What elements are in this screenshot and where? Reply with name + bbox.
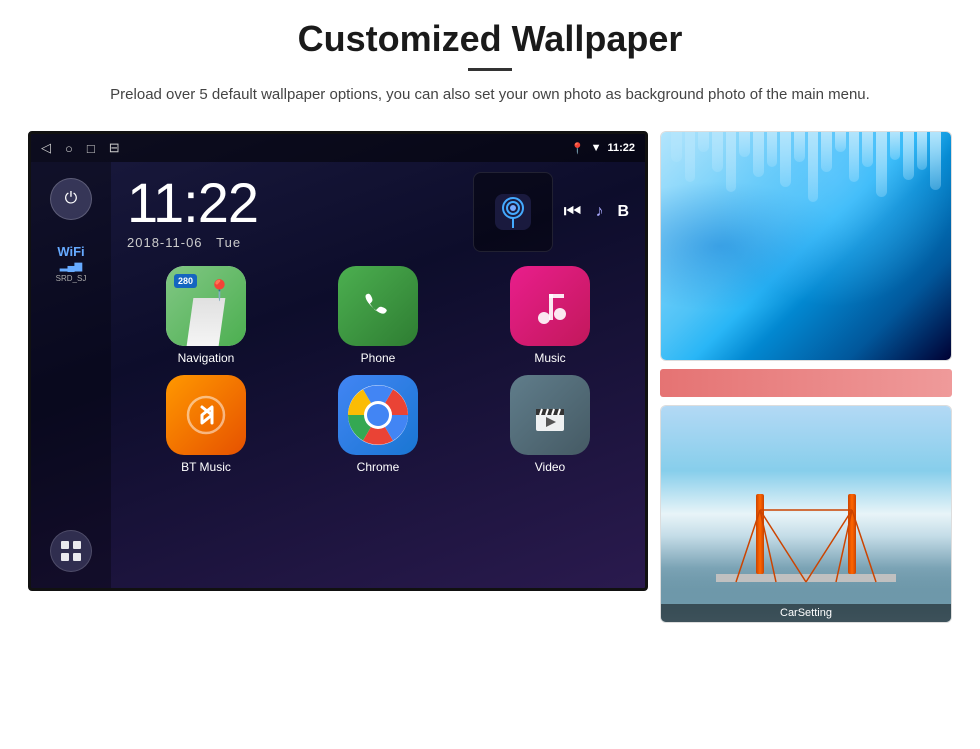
top-widgets — [473, 172, 553, 252]
carsetting-label: CarSetting — [661, 604, 951, 622]
page-header: Customized Wallpaper Preload over 5 defa… — [0, 0, 980, 117]
media-title: B — [617, 203, 629, 221]
clock-date: 2018-11-06 Tue — [127, 235, 463, 250]
title-divider — [468, 68, 512, 71]
list-item[interactable]: BT Music — [125, 375, 287, 474]
phone-app-label: Phone — [361, 351, 396, 365]
wifi-section: WiFi ▂▄▆ SRD_SJ — [56, 244, 87, 283]
chrome-app-label: Chrome — [357, 460, 400, 474]
list-item[interactable]: 280 📍 Navigation — [125, 266, 287, 365]
media-controls: ⏮ ♪ B — [563, 201, 629, 224]
screenshot-icon[interactable]: ⊟ — [109, 140, 120, 156]
list-item[interactable]: Video — [469, 375, 631, 474]
phone-app-icon[interactable] — [338, 266, 418, 346]
music-app-icon[interactable] — [510, 266, 590, 346]
bt-music-app-label: BT Music — [181, 460, 231, 474]
video-app-label: Video — [535, 460, 565, 474]
status-bar: ◁ ○ □ ⊟ 📍 ▼ 11:22 — [31, 134, 645, 162]
status-time: 11:22 — [607, 142, 635, 154]
bridge-structure — [716, 492, 896, 592]
wallpaper-preview-bridge[interactable]: CarSetting — [660, 405, 952, 623]
ice-cave-wallpaper — [661, 132, 951, 360]
screen-body: ⏻ WiFi ▂▄▆ SRD_SJ — [31, 162, 645, 588]
location-icon: 📍 — [571, 142, 585, 155]
clock-time: 11:22 — [127, 175, 463, 231]
navigation-app-icon[interactable]: 280 📍 — [166, 266, 246, 346]
bt-music-app-icon[interactable] — [166, 375, 246, 455]
wifi-ssid: SRD_SJ — [56, 274, 87, 283]
status-right: 📍 ▼ 11:22 — [571, 142, 635, 155]
icicles-decoration — [661, 132, 951, 202]
power-button[interactable]: ⏻ — [50, 178, 92, 220]
sidebar: ⏻ WiFi ▂▄▆ SRD_SJ — [31, 162, 111, 588]
list-item[interactable]: Chrome — [297, 375, 459, 474]
center-content: 11:22 2018-11-06 Tue — [111, 162, 645, 588]
music-note-icon: ♪ — [595, 203, 603, 221]
list-item[interactable]: Phone — [297, 266, 459, 365]
color-strip-preview — [660, 369, 952, 397]
android-screen: ◁ ○ □ ⊟ 📍 ▼ 11:22 ⏻ WiFi ▂▄▆ SRD_SJ — [28, 131, 648, 591]
bridge-wallpaper: CarSetting — [661, 406, 951, 622]
status-nav-icons: ◁ ○ □ ⊟ — [41, 140, 120, 156]
clock-section: 11:22 2018-11-06 Tue — [127, 175, 463, 250]
right-panel: CarSetting — [660, 131, 952, 623]
music-app-label: Music — [534, 351, 565, 365]
nav-badge-label: 280 — [174, 274, 197, 288]
prev-track-button[interactable]: ⏮ — [563, 201, 581, 224]
wifi-label: WiFi — [56, 244, 87, 259]
home-icon[interactable]: ○ — [65, 141, 73, 156]
content-area: ◁ ○ □ ⊟ 📍 ▼ 11:22 ⏻ WiFi ▂▄▆ SRD_SJ — [0, 117, 980, 623]
top-row: 11:22 2018-11-06 Tue — [111, 162, 645, 258]
wifi-signal-bars: ▂▄▆ — [56, 261, 87, 272]
navigation-app-label: Navigation — [178, 351, 235, 365]
apps-button[interactable] — [50, 530, 92, 572]
back-icon[interactable]: ◁ — [41, 140, 51, 156]
list-item[interactable]: Music — [469, 266, 631, 365]
nav-pin-icon: 📍 — [207, 278, 232, 303]
video-app-icon[interactable] — [510, 375, 590, 455]
wifi-signal-icon: ▼ — [591, 142, 602, 154]
antenna-widget[interactable] — [473, 172, 553, 252]
day-value: Tue — [216, 235, 241, 250]
app-grid: 280 📍 Navigation Phone — [111, 258, 645, 484]
date-value: 2018-11-06 — [127, 235, 203, 250]
page-title: Customized Wallpaper — [60, 18, 920, 60]
chrome-app-icon[interactable] — [338, 375, 418, 455]
recent-icon[interactable]: □ — [87, 141, 95, 156]
page-description: Preload over 5 default wallpaper options… — [100, 83, 880, 107]
wallpaper-preview-ice[interactable] — [660, 131, 952, 361]
